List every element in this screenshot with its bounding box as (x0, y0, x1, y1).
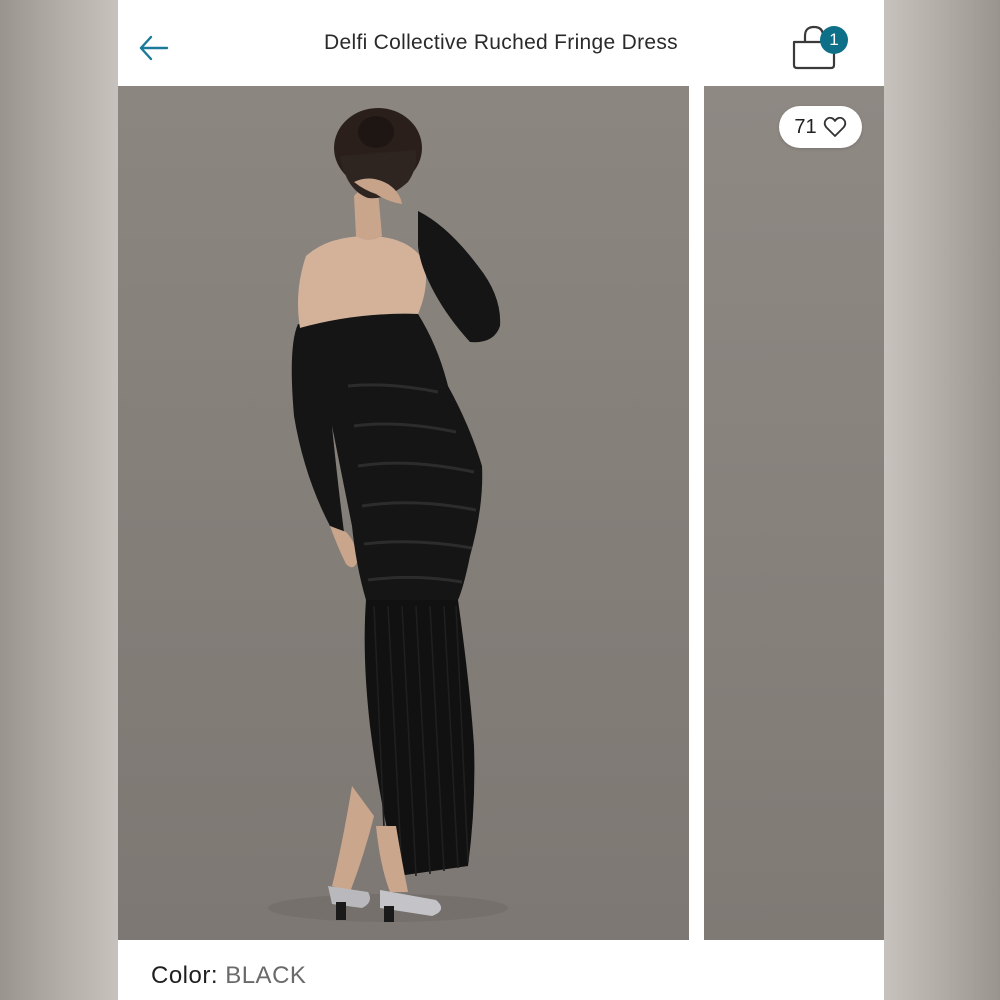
top-bar: Delfi Collective Ruched Fringe Dress 1 (118, 0, 884, 86)
color-selector-label: Color: BLACK (151, 962, 306, 990)
favorite-button[interactable]: 71 (779, 106, 862, 148)
page-title: Delfi Collective Ruched Fringe Dress (324, 31, 678, 54)
cart-count-badge: 1 (820, 26, 848, 54)
favorite-count: 71 (794, 115, 817, 138)
product-image-next[interactable] (704, 86, 884, 940)
heart-outline-icon (823, 116, 846, 137)
product-image-main[interactable] (118, 86, 689, 940)
product-detail-screen: Delfi Collective Ruched Fringe Dress 1 7… (118, 0, 884, 1000)
color-label: Color: (151, 962, 219, 989)
model-photo (268, 108, 508, 922)
selected-color: BLACK (225, 962, 307, 989)
image-carousel[interactable]: 71 (118, 86, 884, 940)
